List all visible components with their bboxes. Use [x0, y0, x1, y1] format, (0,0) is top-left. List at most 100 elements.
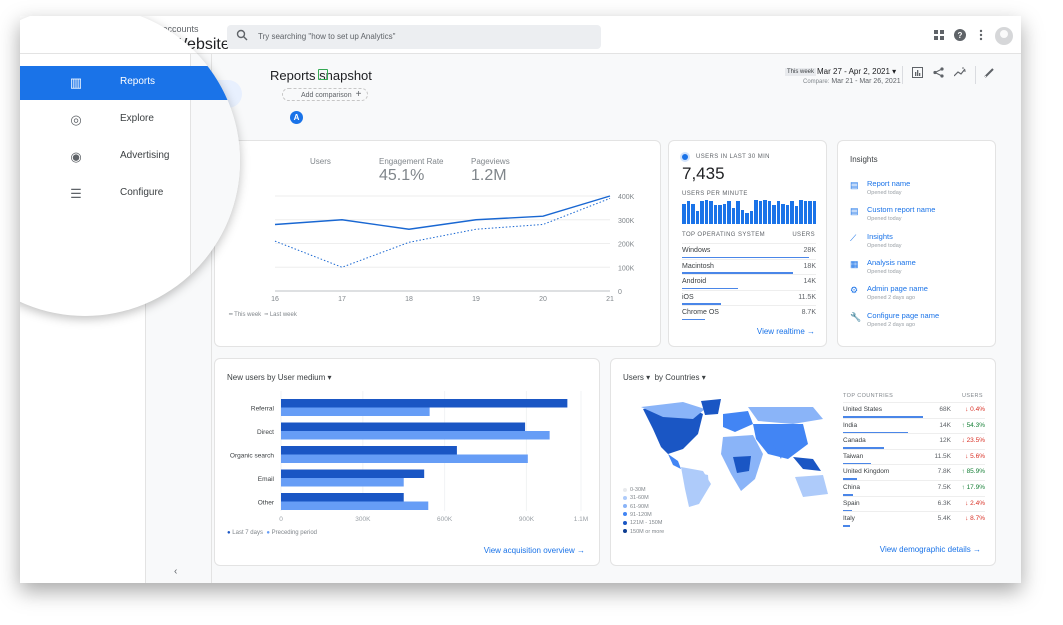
- country-delta: ↓ 5.6%: [965, 452, 985, 460]
- search-input[interactable]: Try searching "how to set up Analytics": [258, 32, 395, 41]
- nav-item-label: Explore: [120, 113, 154, 124]
- trend-down-icon: ↓: [965, 515, 969, 523]
- custom-report-icon: ▤: [850, 206, 859, 217]
- insights-sparkle-icon[interactable]: [953, 67, 967, 81]
- arrow-right-icon: →: [973, 545, 981, 554]
- admin-gear-icon: ⚙: [850, 285, 859, 296]
- insights-card: Insights ▤ Report name Opened today ▤ Custom…: [837, 140, 996, 347]
- map-europe: [723, 411, 753, 432]
- edit-pencil-icon[interactable]: [982, 67, 996, 81]
- country-row: Italy 5.4K ↓ 8.7%: [843, 511, 985, 527]
- per-minute-bar: [772, 204, 776, 224]
- map-central-america: [668, 454, 681, 469]
- view-realtime-link[interactable]: View realtime →: [757, 327, 815, 336]
- help-icon[interactable]: ?: [953, 29, 967, 43]
- country-users: 7.8K: [937, 468, 951, 476]
- nav-item-explore[interactable]: ◎ Explore: [20, 103, 240, 137]
- per-minute-bar: [776, 201, 780, 224]
- bar-preceding-period: [281, 501, 429, 510]
- account-avatar[interactable]: [995, 27, 1013, 45]
- segment-badge[interactable]: A: [290, 111, 303, 124]
- country-name: Italy: [843, 515, 855, 523]
- insight-item-name[interactable]: Analysis name: [867, 258, 916, 267]
- per-minute-bar: [767, 201, 771, 224]
- add-comparison-button[interactable]: Add comparison +: [282, 88, 369, 101]
- arrow-right-icon: →: [577, 546, 585, 555]
- map-title: Users ▾ by Countries ▾: [623, 373, 706, 382]
- collapse-nav-icon[interactable]: ‹: [174, 566, 177, 577]
- analytics-window: Analytics All accounts All Website Data …: [20, 16, 1021, 583]
- x-tick-label: 900K: [519, 516, 535, 523]
- nav-item-label: Reports: [120, 76, 156, 87]
- os-share-bar: [682, 318, 705, 320]
- per-minute-label: USERS PER MINUTE: [682, 191, 748, 197]
- country-share-bar: [843, 525, 851, 527]
- x-tick-label: 17: [338, 296, 346, 303]
- svg-text:?: ?: [958, 31, 963, 40]
- trend-down-icon: ↓: [965, 406, 969, 413]
- apps-grid-icon[interactable]: [932, 29, 946, 43]
- view-demographic-link[interactable]: View demographic details →: [880, 545, 981, 554]
- per-minute-bar: [691, 203, 695, 224]
- per-minute-bar: [803, 201, 807, 224]
- insight-item-opened: Opened 2 days ago: [867, 321, 916, 328]
- x-tick-label: 1.1M: [574, 516, 588, 523]
- metric-dropdown[interactable]: Users ▾: [623, 373, 650, 382]
- nav-item-advertising[interactable]: ◉ Advertising: [20, 140, 240, 174]
- per-minute-bar: [682, 203, 686, 224]
- nav-item-reports[interactable]: ▥ Reports: [20, 66, 240, 100]
- x-tick-label: 21: [606, 296, 614, 303]
- category-label: Referral: [251, 406, 275, 413]
- configure-icon: ☰: [70, 186, 82, 201]
- os-row: Macintosh 18K: [682, 258, 816, 274]
- date-range-picker[interactable]: Mar 27 - Apr 2, 2021 ▾: [817, 67, 896, 76]
- insight-item-name[interactable]: Custom report name: [867, 205, 935, 214]
- per-minute-bar: [718, 204, 722, 224]
- view-acquisition-link[interactable]: View acquisition overview →: [484, 546, 585, 555]
- per-minute-bar: [731, 208, 735, 224]
- country-delta: ↑ 17.9%: [961, 484, 986, 491]
- live-dot-icon: [682, 154, 688, 160]
- bar-preceding-period: [281, 431, 550, 440]
- series-line-this-week: [274, 195, 611, 230]
- bar-legend: ● Last 7 days ● Preceding period: [227, 530, 317, 536]
- more-vert-icon[interactable]: [974, 29, 988, 43]
- per-minute-bar: [709, 201, 713, 224]
- os-header: TOP OPERATING SYSTEM: [682, 232, 766, 238]
- bar-chart-icon: ▥: [69, 75, 83, 90]
- os-users: 11.5K: [798, 293, 816, 301]
- map-russia: [748, 407, 823, 424]
- trend-down-icon: ↓: [961, 437, 965, 445]
- realtime-value: 7,435: [682, 164, 725, 183]
- country-row: Spain 6.3K ↓ 2.4%: [843, 495, 985, 512]
- bar-last-7-days: [281, 422, 526, 431]
- legend-swatch: [623, 512, 627, 517]
- customize-report-icon[interactable]: [910, 67, 924, 81]
- per-minute-bar: [794, 206, 798, 224]
- x-tick-label: 19: [472, 296, 480, 303]
- share-icon[interactable]: [931, 67, 945, 81]
- search-bar[interactable]: Try searching "how to set up Analytics": [227, 25, 601, 49]
- insight-item-name[interactable]: Admin page name: [867, 284, 928, 293]
- os-users: 28K: [803, 247, 816, 254]
- map-southeast-asia: [793, 457, 821, 471]
- report-icon: ▤: [850, 180, 859, 190]
- analysis-icon: ▦: [850, 258, 859, 269]
- country-row: Canada 12K ↓ 23.5%: [843, 433, 985, 449]
- lens-top-strip: [20, 16, 240, 54]
- nav-item-configure[interactable]: ☰ Configure: [20, 177, 240, 211]
- insight-item-name[interactable]: Report name: [867, 179, 910, 188]
- report-status-icon: [318, 69, 328, 80]
- os-users: 14K: [803, 278, 816, 285]
- dimension-dropdown[interactable]: by Countries ▾: [655, 373, 706, 382]
- category-label: Organic search: [230, 453, 274, 460]
- country-row: India 14K ↑ 54.3%: [843, 417, 985, 434]
- insight-item-name[interactable]: Configure page name: [867, 311, 939, 320]
- date-preset-tag: This week: [785, 68, 817, 76]
- per-minute-bar: [700, 201, 704, 224]
- insight-item-name[interactable]: Insights: [867, 232, 893, 241]
- country-delta: ↓ 23.5%: [961, 437, 986, 445]
- series-line-last-week: [274, 197, 611, 268]
- bar-last-7-days: [281, 493, 404, 502]
- map-legend-item: 61-90M: [623, 504, 649, 510]
